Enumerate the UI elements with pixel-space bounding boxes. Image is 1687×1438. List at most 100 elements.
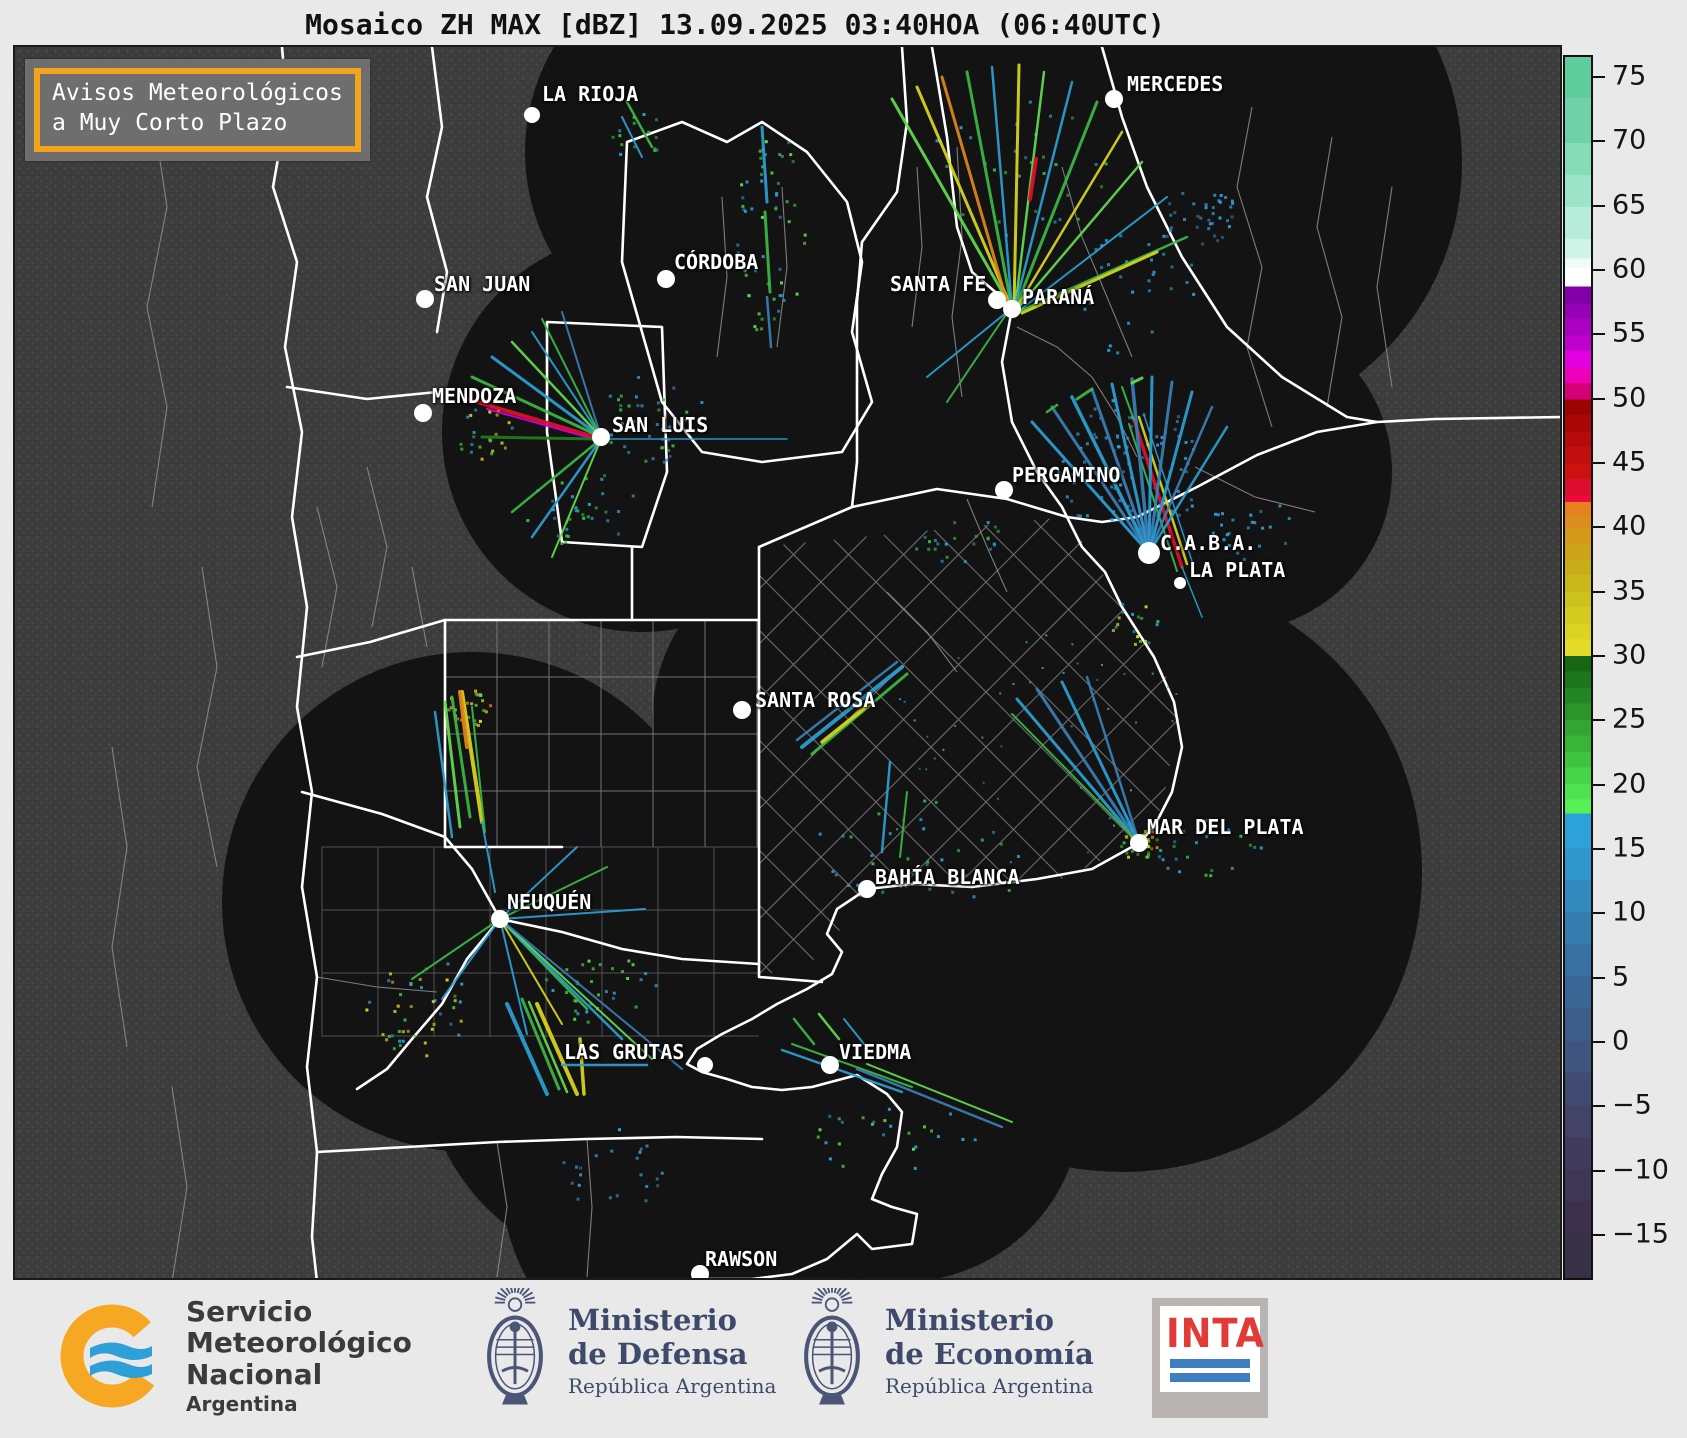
city-dot	[1174, 577, 1186, 589]
colorbar-tick	[1593, 912, 1605, 915]
colorbar-tick	[1593, 847, 1605, 850]
smn-logo-block: Servicio Meteorológico Nacional Argentin…	[60, 1296, 412, 1416]
economia-logo-block: Ministerio de Economía República Argenti…	[795, 1282, 1094, 1414]
city-dot	[414, 404, 432, 422]
smn-line-3: Nacional	[186, 1357, 323, 1391]
smn-line-2: Meteorológico	[186, 1326, 412, 1360]
city-dot	[657, 270, 675, 288]
inta-wordmark: INTA	[1166, 1311, 1265, 1357]
defensa-logo-block: Ministerio de Defensa República Argentin…	[478, 1282, 777, 1414]
colorbar-tick-label: −15	[1612, 1218, 1669, 1250]
colorbar-tick	[1593, 75, 1605, 78]
colorbar-tick-label: 10	[1612, 896, 1647, 928]
city-label: SANTA FE	[890, 272, 987, 296]
inta-bar-1	[1170, 1359, 1250, 1368]
smn-wordmark: Servicio Meteorológico Nacional Argentin…	[186, 1296, 412, 1416]
city-label: RAWSON	[705, 1247, 778, 1271]
colorbar	[1563, 55, 1593, 1280]
city-dot	[1105, 90, 1123, 108]
colorbar-tick	[1593, 1233, 1605, 1236]
coverage-circles	[222, 47, 1462, 1278]
argentina-crest-icon	[478, 1282, 552, 1414]
city-label: MERCEDES	[1127, 72, 1224, 96]
city-dot	[697, 1057, 713, 1073]
colorbar-tick	[1593, 1105, 1605, 1108]
colorbar-tick	[1593, 590, 1605, 593]
colorbar-tick	[1593, 204, 1605, 207]
colorbar-tick	[1593, 268, 1605, 271]
defensa-line-3: República Argentina	[568, 1373, 777, 1398]
colorbar-tick-label: 30	[1612, 639, 1647, 671]
map-layers	[111, 47, 1560, 1278]
colorbar-tick-label: 5	[1612, 960, 1630, 992]
defensa-wordmark: Ministerio de Defensa República Argentin…	[568, 1303, 777, 1398]
city-label: BAHÍA BLANCA	[875, 865, 1020, 889]
warning-box-inner: Avisos Meteorológicos a Muy Corto Plazo	[34, 68, 361, 152]
city-dot	[592, 428, 610, 446]
city-dot	[821, 1056, 839, 1074]
city-label: CÓRDOBA	[674, 250, 759, 274]
city-dot	[1138, 542, 1160, 564]
city-dot	[524, 107, 540, 123]
colorbar-tick-label: 0	[1612, 1025, 1630, 1057]
economia-line-1: Ministerio	[885, 1303, 1055, 1338]
city-dot	[1130, 834, 1148, 852]
economia-wordmark: Ministerio de Economía República Argenti…	[885, 1303, 1094, 1398]
smn-logo-icon	[60, 1304, 164, 1408]
colorbar-tick	[1593, 1040, 1605, 1043]
argentina-crest-icon	[795, 1282, 869, 1414]
city-label: SAN LUIS	[612, 413, 709, 437]
city-label: PERGAMINO	[1012, 463, 1121, 487]
city-dot	[995, 481, 1013, 499]
city-label: SAN JUAN	[434, 272, 531, 296]
colorbar-tick-label: 65	[1612, 188, 1647, 220]
radar-mosaic-page: Mosaico ZH MAX [dBZ] 13.09.2025 03:40HOA…	[0, 0, 1687, 1438]
city-label: LA PLATA	[1189, 558, 1286, 582]
colorbar-tick-label: −5	[1612, 1089, 1652, 1121]
colorbar-tick-label: −10	[1612, 1153, 1669, 1185]
defensa-line-1: Ministerio	[568, 1303, 738, 1338]
city-dot	[416, 290, 434, 308]
page-title: Mosaico ZH MAX [dBZ] 13.09.2025 03:40HOA…	[305, 8, 1165, 41]
city-label: LAS GRUTAS	[564, 1040, 685, 1064]
colorbar-tick	[1593, 397, 1605, 400]
inta-logo-block: INTA	[1152, 1298, 1268, 1418]
colorbar-tick	[1593, 140, 1605, 143]
colorbar-tick-label: 75	[1612, 60, 1647, 92]
colorbar-tick	[1593, 526, 1605, 529]
colorbar-tick-label: 20	[1612, 767, 1647, 799]
smn-line-1: Servicio	[186, 1295, 313, 1328]
colorbar-tick-label: 25	[1612, 703, 1647, 735]
warning-line-1: Avisos Meteorológicos	[52, 80, 343, 106]
colorbar-tick	[1593, 976, 1605, 979]
defensa-line-2: de Defensa	[568, 1336, 748, 1371]
economia-line-3: República Argentina	[885, 1373, 1094, 1398]
colorbar-tick-label: 45	[1612, 446, 1647, 478]
city-label: MAR DEL PLATA	[1147, 815, 1304, 839]
city-label: NEUQUÉN	[507, 890, 592, 914]
city-dot	[858, 880, 876, 898]
warning-line-2: a Muy Corto Plazo	[52, 109, 288, 136]
colorbar-tick-label: 40	[1612, 510, 1647, 542]
colorbar-tick	[1593, 719, 1605, 722]
colorbar-tick	[1593, 333, 1605, 336]
colorbar-tick	[1593, 654, 1605, 657]
warning-box: Avisos Meteorológicos a Muy Corto Plazo	[25, 59, 370, 161]
inta-bar-2	[1170, 1373, 1250, 1382]
colorbar-tick-label: 50	[1612, 381, 1647, 413]
city-label: SANTA ROSA	[755, 688, 876, 712]
radar-map: LA RIOJA MERCEDES SAN JUAN CÓRDOBA SANTA FE P…	[13, 45, 1562, 1280]
colorbar-tick	[1593, 783, 1605, 786]
inta-logo-inner: INTA	[1160, 1306, 1264, 1392]
colorbar-tick-label: 15	[1612, 832, 1647, 864]
smn-line-4: Argentina	[186, 1392, 298, 1417]
city-dot	[733, 701, 751, 719]
colorbar-tick-label: 70	[1612, 124, 1647, 156]
city-dot	[1003, 300, 1021, 318]
city-label: MENDOZA	[432, 384, 517, 408]
colorbar-tick	[1593, 1169, 1605, 1172]
colorbar-tick-label: 35	[1612, 574, 1647, 606]
colorbar-tick-label: 60	[1612, 253, 1647, 285]
city-label: LA RIOJA	[542, 82, 639, 106]
colorbar-tick	[1593, 461, 1605, 464]
